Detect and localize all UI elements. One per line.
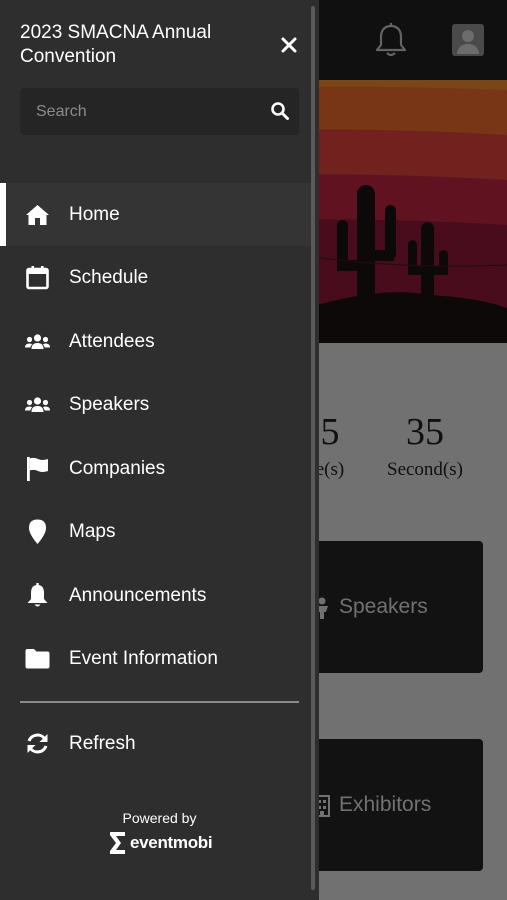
nav-item-label: Attendees <box>69 331 155 352</box>
close-drawer-button[interactable] <box>276 32 302 58</box>
search-box <box>20 88 299 135</box>
bell-icon <box>27 583 48 607</box>
powered-by-text: Powered by <box>122 810 197 826</box>
people-group-icon <box>25 397 50 412</box>
refresh-label: Refresh <box>69 733 136 754</box>
nav-item-label: Home <box>69 204 120 225</box>
search-input[interactable] <box>20 88 260 135</box>
eventmobi-logo: eventmobi <box>108 829 213 857</box>
refresh-button[interactable]: Refresh <box>0 712 311 775</box>
nav-item-label: Maps <box>69 521 116 542</box>
flag-icon <box>27 457 48 481</box>
drawer-divider <box>20 701 299 703</box>
nav-item-schedule[interactable]: Schedule <box>0 246 311 309</box>
navigation-drawer: 2023 SMACNA Annual Convention Home Sched… <box>0 0 319 900</box>
nav-item-maps[interactable]: Maps <box>0 500 311 563</box>
nav-item-label: Event Information <box>69 648 218 669</box>
nav-item-companies[interactable]: Companies <box>0 437 311 500</box>
nav-item-label: Companies <box>69 458 166 479</box>
nav-item-speakers[interactable]: Speakers <box>0 373 311 436</box>
people-group-icon <box>25 334 50 349</box>
refresh-icon <box>27 733 48 754</box>
nav-item-announcements[interactable]: Announcements <box>0 564 311 627</box>
drawer-scrollbar[interactable] <box>311 6 315 890</box>
calendar-icon <box>26 266 49 290</box>
event-title: 2023 SMACNA Annual Convention <box>20 22 212 67</box>
nav-item-label: Announcements <box>69 585 207 606</box>
search-icon[interactable] <box>270 101 290 121</box>
nav-item-label: Speakers <box>69 394 150 415</box>
map-pin-icon <box>29 519 46 544</box>
eventmobi-logo-text: eventmobi <box>130 833 213 852</box>
nav-item-label: Schedule <box>69 267 149 288</box>
nav-item-home[interactable]: Home <box>0 183 311 246</box>
folder-icon <box>25 649 50 669</box>
home-icon <box>26 205 49 225</box>
nav-item-attendees[interactable]: Attendees <box>0 310 311 373</box>
nav-item-event-information[interactable]: Event Information <box>0 627 311 690</box>
close-icon <box>281 37 297 53</box>
eventmobi-logo-icon <box>110 832 125 854</box>
